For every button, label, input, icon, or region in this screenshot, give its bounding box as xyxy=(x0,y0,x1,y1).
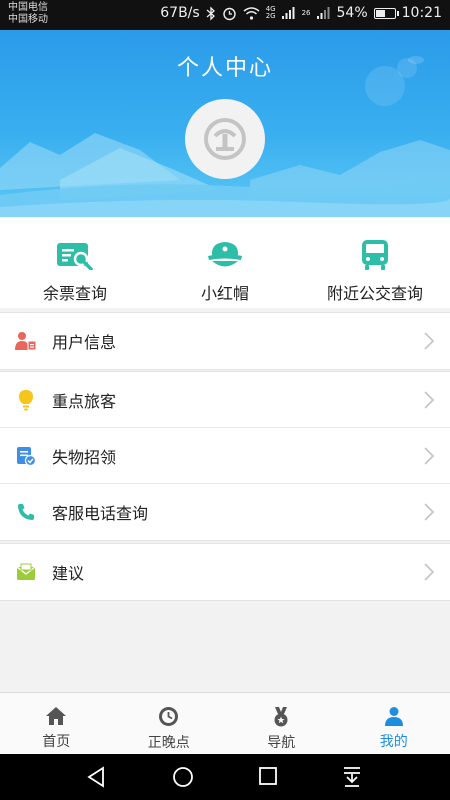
status-bar: 中国电信 中国移动 67B/s 4G 2G 26 54% 10:21 xyxy=(0,0,450,30)
carrier-1: 中国电信 xyxy=(8,2,48,13)
ticket-search-icon xyxy=(57,243,93,270)
lightbulb-icon xyxy=(19,389,33,410)
shortcut-label: 余票查询 xyxy=(42,284,107,303)
profile-header: 个人中心 xyxy=(0,30,450,217)
tab-label: 正晚点 xyxy=(147,735,190,751)
chevron-right-icon xyxy=(424,503,434,521)
bottom-tab-bar: 首页 正晚点 导航 我的 xyxy=(0,692,450,754)
clock-time: 10:21 xyxy=(401,5,442,21)
home-button-icon[interactable] xyxy=(172,766,194,788)
red-cap-icon xyxy=(208,242,242,267)
chevron-right-icon xyxy=(424,332,434,350)
avatar[interactable] xyxy=(185,99,265,179)
menu-item-service-phone[interactable]: 客服电话查询 xyxy=(0,484,450,540)
tab-label: 我的 xyxy=(379,734,408,750)
tab-home[interactable]: 首页 xyxy=(0,693,113,754)
shortcut-bar: 余票查询 小红帽 附近公交查询 xyxy=(0,217,450,308)
clock-icon xyxy=(159,707,179,726)
menu-item-lost-found[interactable]: 失物招领 xyxy=(0,428,450,484)
menu-item-user-info[interactable]: 用户信息 xyxy=(0,313,450,369)
signal-icon-1 xyxy=(281,7,295,19)
alarm-icon xyxy=(223,7,236,20)
tab-punctuality[interactable]: 正晚点 xyxy=(113,693,226,754)
recent-apps-icon[interactable] xyxy=(258,766,278,786)
battery-percent: 54% xyxy=(336,5,368,21)
carrier-info: 中国电信 中国移动 xyxy=(8,2,48,26)
home-icon xyxy=(46,707,67,725)
menu-group-feedback: 建议 xyxy=(0,543,450,601)
chevron-right-icon xyxy=(424,563,434,581)
menu-label: 重点旅客 xyxy=(52,391,117,411)
back-icon[interactable] xyxy=(86,766,106,788)
medal-icon xyxy=(274,707,288,727)
menu-label: 用户信息 xyxy=(52,333,117,352)
bluetooth-icon xyxy=(206,5,215,21)
screen: 中国电信 中国移动 67B/s 4G 2G 26 54% 10:21 个人中心 … xyxy=(0,0,450,800)
railway-logo-icon xyxy=(204,118,246,160)
phone-icon xyxy=(18,504,34,520)
tab-label: 导航 xyxy=(267,735,296,751)
network-type: 4G 2G xyxy=(266,6,276,20)
tab-navigation[interactable]: 导航 xyxy=(225,693,338,754)
shortcut-label: 附近公交查询 xyxy=(326,284,423,303)
carrier-2: 中国移动 xyxy=(8,14,48,25)
network-26: 26 xyxy=(301,8,311,17)
document-check-icon xyxy=(17,446,36,466)
battery-icon xyxy=(373,7,399,19)
status-right: 67B/s 4G 2G 26 54% 10:21 xyxy=(160,5,442,21)
menu-label: 失物招领 xyxy=(52,447,117,467)
battery-level xyxy=(375,9,385,17)
shortcut-label: 小红帽 xyxy=(200,284,249,303)
chevron-right-icon xyxy=(424,391,434,409)
menu-label: 客服电话查询 xyxy=(52,504,149,523)
tab-mine[interactable]: 我的 xyxy=(338,693,450,754)
bus-icon xyxy=(362,240,388,270)
shortcut-red-cap[interactable]: 小红帽 xyxy=(150,217,300,308)
menu-group-services: 重点旅客 失物招领 客服电话查询 xyxy=(0,371,450,541)
notification-pull-icon[interactable] xyxy=(343,766,361,788)
shortcut-nearby-bus[interactable]: 附近公交查询 xyxy=(300,217,450,308)
menu-item-key-passenger[interactable]: 重点旅客 xyxy=(0,372,450,428)
user-card-icon xyxy=(15,332,37,351)
network-speed: 67B/s xyxy=(160,5,200,21)
system-navigation-bar xyxy=(0,754,450,800)
wifi-icon xyxy=(243,6,260,20)
menu-label: 建议 xyxy=(52,564,85,583)
chevron-right-icon xyxy=(424,447,434,465)
page-title: 个人中心 xyxy=(176,56,273,81)
person-icon xyxy=(384,707,403,726)
shortcut-ticket-search[interactable]: 余票查询 xyxy=(0,217,150,308)
tab-label: 首页 xyxy=(42,734,71,750)
menu-item-suggestion[interactable]: 建议 xyxy=(0,544,450,600)
menu-group-account: 用户信息 xyxy=(0,312,450,370)
signal-icon-2 xyxy=(316,7,330,19)
network-2g: 2G xyxy=(265,12,276,20)
mail-icon xyxy=(16,563,36,580)
